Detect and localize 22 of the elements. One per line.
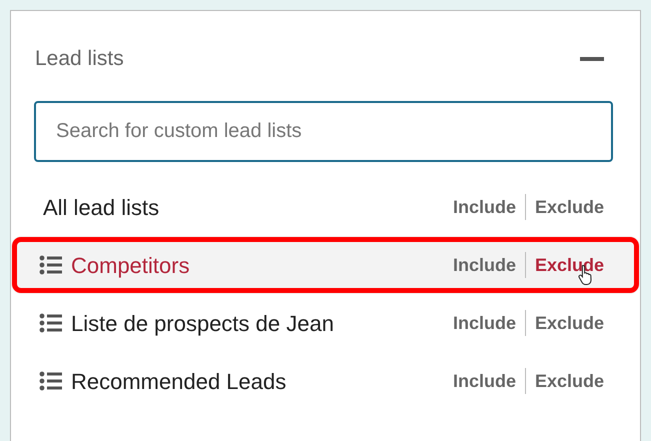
exclude-link[interactable]: Exclude: [526, 252, 604, 278]
list-icon: [39, 371, 63, 391]
list-icon: [39, 255, 63, 275]
include-link[interactable]: Include: [444, 194, 525, 220]
list-row[interactable]: Recommended Leads Include Exclude: [11, 352, 640, 410]
list-row[interactable]: Liste de prospects de Jean Include Exclude: [11, 294, 640, 352]
list-name[interactable]: Competitors: [71, 248, 190, 282]
list-row[interactable]: All lead lists Include Exclude: [11, 178, 640, 236]
list-icon: [39, 313, 63, 333]
list-name[interactable]: Recommended Leads: [71, 364, 286, 398]
collapse-icon[interactable]: [580, 57, 604, 61]
search-field[interactable]: Search for custom lead lists: [34, 101, 613, 162]
include-link[interactable]: Include: [444, 368, 525, 394]
exclude-link[interactable]: Exclude: [526, 310, 604, 336]
include-link[interactable]: Include: [444, 252, 525, 278]
list-name[interactable]: All lead lists: [43, 190, 160, 224]
list-name[interactable]: Liste de prospects de Jean: [71, 306, 334, 340]
panel-title: Lead lists: [35, 46, 124, 72]
exclude-link[interactable]: Exclude: [526, 368, 604, 394]
list-row[interactable]: Competitors Include Exclude: [11, 236, 640, 294]
exclude-link[interactable]: Exclude: [526, 194, 604, 220]
include-link[interactable]: Include: [444, 310, 525, 336]
